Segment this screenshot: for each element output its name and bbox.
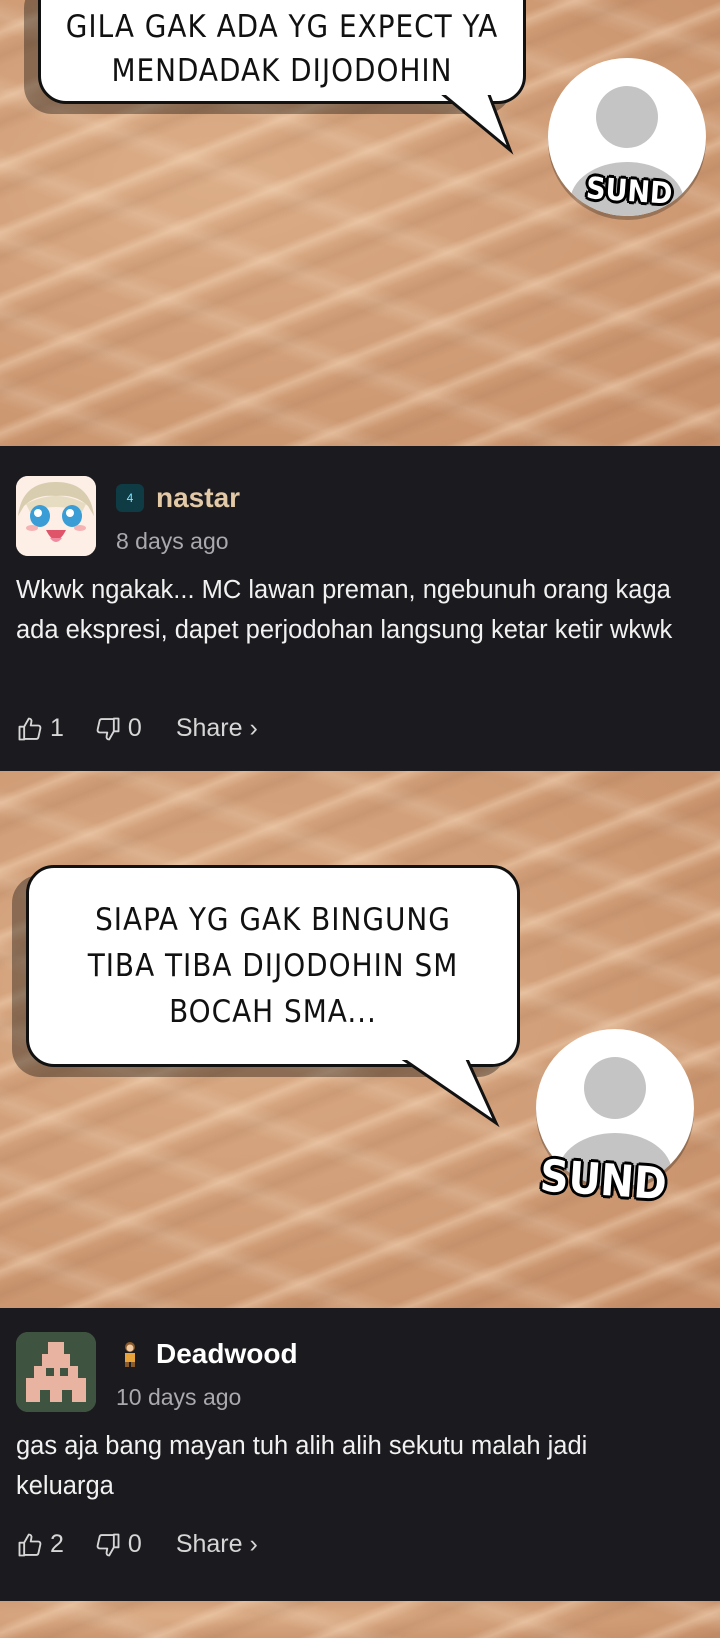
like-button[interactable]: 1 xyxy=(16,714,64,743)
level-badge: 4 xyxy=(116,484,144,512)
comment-username[interactable]: Deadwood xyxy=(156,1338,298,1370)
share-label: Share › xyxy=(175,714,258,742)
thumbs-up-icon xyxy=(18,717,42,740)
like-button[interactable]: 2 xyxy=(16,1530,64,1559)
comment-actions: 1 0 Share › xyxy=(16,714,258,743)
speech-bubble-text: SIAPA YG GAK BINGUNG TIBA TIBA DIJODOHIN… xyxy=(87,902,459,1030)
rank-badge-icon xyxy=(116,1340,144,1368)
speech-bubble-text: GILA GAK ADA YG EXPECT YA MENDADAK DIJOD… xyxy=(65,9,499,89)
thumbs-down-icon xyxy=(96,717,120,740)
comment-card: 4 nastar 8 days ago Wkwk ngakak... MC la… xyxy=(0,446,720,771)
share-label: Share › xyxy=(175,1530,258,1558)
thumbs-down-icon xyxy=(96,1533,120,1556)
share-button[interactable]: Share › xyxy=(176,1530,258,1559)
comment-card: Deadwood 10 days ago gas aja bang mayan … xyxy=(0,1308,720,1601)
avatar[interactable] xyxy=(16,476,96,556)
name-tag: SUND xyxy=(584,171,674,212)
thumbs-up-icon xyxy=(18,1533,42,1556)
dislike-count: 0 xyxy=(127,1530,142,1558)
pixel-character-avatar-icon xyxy=(16,1332,96,1412)
dislike-button[interactable]: 0 xyxy=(94,714,142,743)
speech-bubble-tail xyxy=(440,92,514,155)
avatar[interactable] xyxy=(16,1332,96,1412)
speech-bubble: SIAPA YG GAK BINGUNG TIBA TIBA DIJODOHIN… xyxy=(26,865,520,1067)
speech-bubble-tail xyxy=(400,1057,500,1128)
like-count: 1 xyxy=(50,714,64,742)
comic-panel-1: GILA GAK ADA YG EXPECT YA MENDADAK DIJOD… xyxy=(0,0,720,446)
dislike-count: 0 xyxy=(127,714,142,742)
share-button[interactable]: Share › xyxy=(176,714,258,743)
comment-timestamp: 8 days ago xyxy=(116,528,229,554)
speech-bubble: GILA GAK ADA YG EXPECT YA MENDADAK DIJOD… xyxy=(38,0,526,104)
comment-username[interactable]: nastar xyxy=(156,482,240,514)
dislike-button[interactable]: 0 xyxy=(94,1530,142,1559)
comment-text: Wkwk ngakak... MC lawan preman, ngebunuh… xyxy=(16,576,673,644)
comment-actions: 2 0 Share › xyxy=(16,1530,258,1559)
comment-text: gas aja bang mayan tuh alih alih sekutu … xyxy=(16,1432,588,1500)
like-count: 2 xyxy=(50,1530,64,1558)
anime-girl-avatar-icon xyxy=(16,476,96,556)
comic-panel-3 xyxy=(0,1601,720,1638)
comic-panel-2: SIAPA YG GAK BINGUNG TIBA TIBA DIJODOHIN… xyxy=(0,771,720,1308)
name-tag: SUND xyxy=(538,1150,669,1211)
comment-timestamp: 10 days ago xyxy=(116,1384,242,1410)
